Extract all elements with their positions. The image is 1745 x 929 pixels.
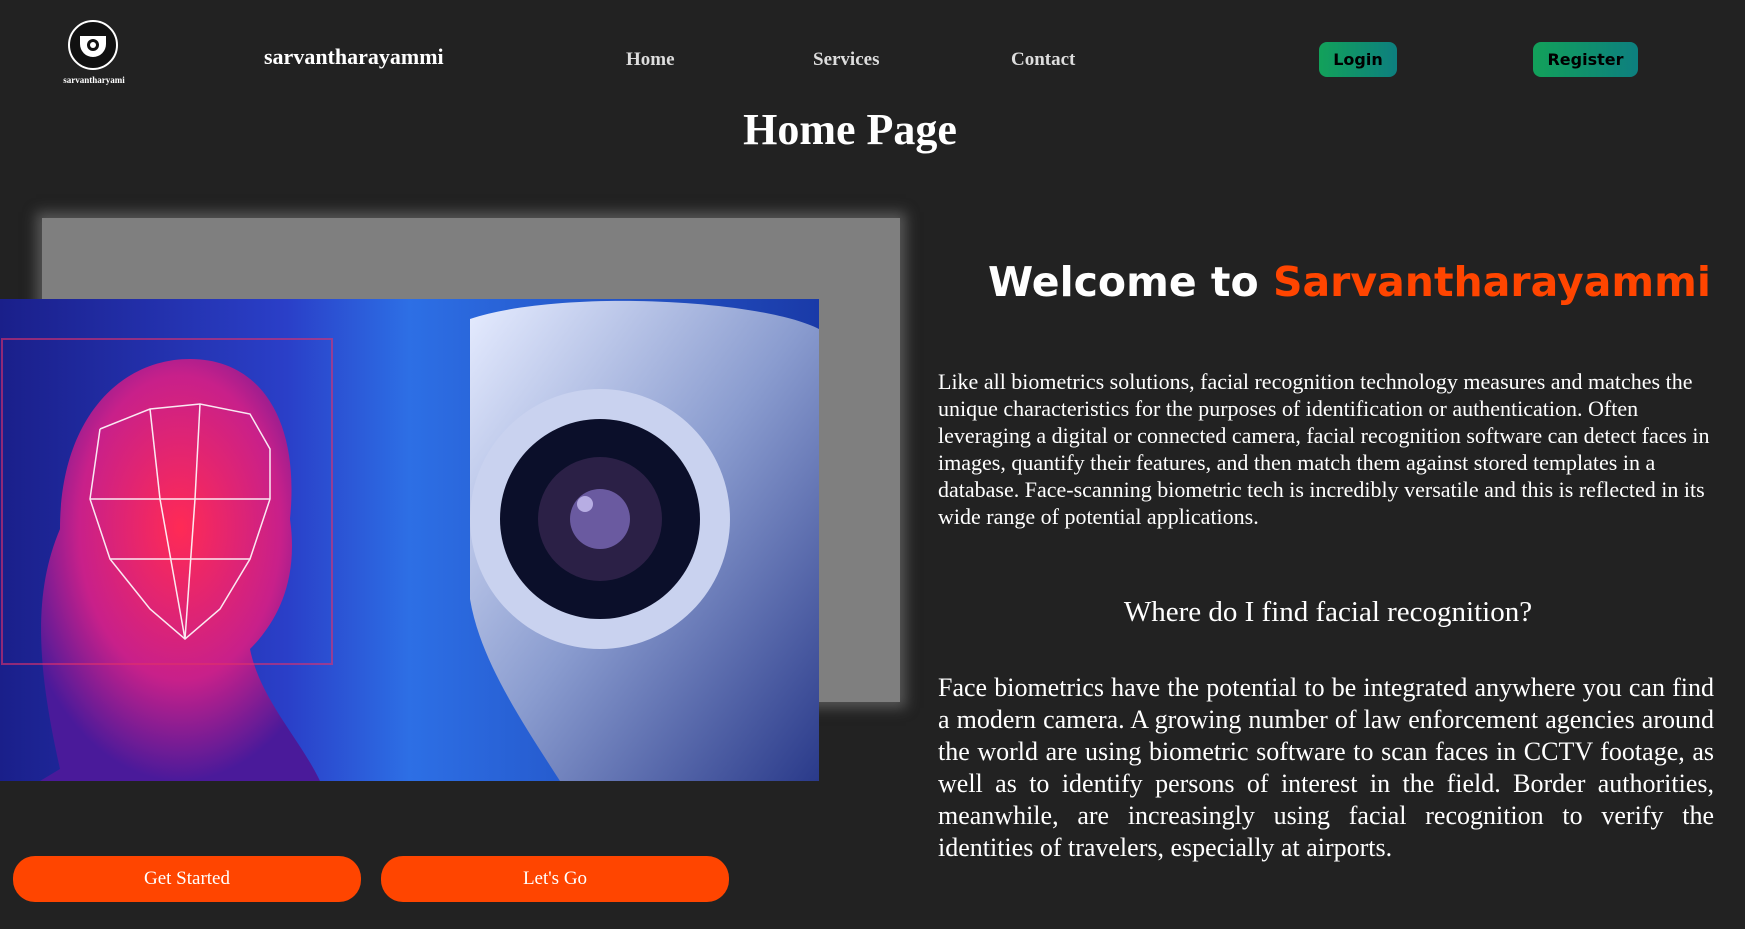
page-title: Home Page bbox=[743, 105, 957, 154]
welcome-brand: Sarvantharayammi bbox=[1272, 258, 1711, 306]
login-button[interactable]: Login bbox=[1319, 42, 1397, 77]
top-nav: sarvantharyami sarvantharayammi Home Ser… bbox=[0, 0, 1745, 110]
camera-logo-icon bbox=[68, 20, 118, 70]
welcome-heading: Welcome to Sarvantharayammi bbox=[988, 258, 1711, 306]
nav-link-home[interactable]: Home bbox=[626, 49, 675, 71]
register-button[interactable]: Register bbox=[1533, 42, 1638, 77]
body-paragraph: Face biometrics have the potential to be… bbox=[938, 673, 1714, 862]
section-subheading: Where do I find facial recognition? bbox=[1123, 596, 1533, 628]
brand-name: sarvantharayammi bbox=[264, 44, 444, 69]
nav-link-contact[interactable]: Contact bbox=[1011, 49, 1075, 71]
get-started-button[interactable]: Get Started bbox=[13, 856, 361, 902]
nav-link-services[interactable]: Services bbox=[813, 49, 879, 71]
hero-image bbox=[0, 299, 819, 781]
intro-paragraph: Like all biometrics solutions, facial re… bbox=[938, 369, 1710, 529]
lets-go-button[interactable]: Let's Go bbox=[381, 856, 729, 902]
welcome-prefix: Welcome to bbox=[988, 258, 1259, 306]
logo-text: sarvantharyami bbox=[63, 75, 125, 85]
logo[interactable]: sarvantharyami bbox=[62, 18, 126, 90]
